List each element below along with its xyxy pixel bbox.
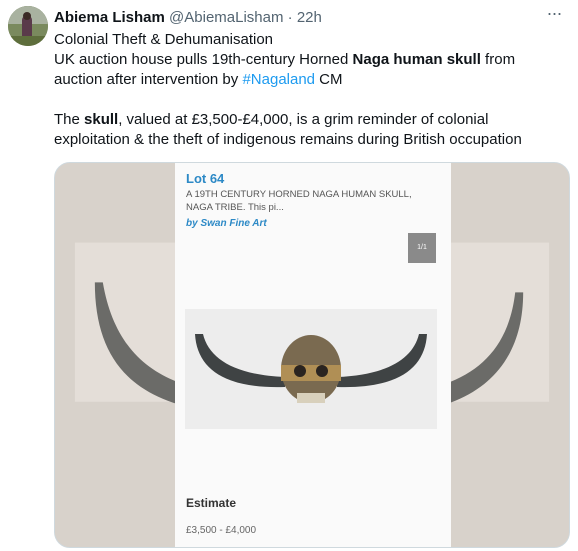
estimate-label: Estimate [186, 496, 237, 510]
text-segment: from [480, 51, 516, 68]
text-segment: auction after intervention by [54, 71, 243, 88]
lot-description-line: A 19TH CENTURY HORNED NAGA HUMAN SKULL, [186, 189, 412, 200]
auction-card[interactable]: Lot 64 A 19TH CENTURY HORNED NAGA HUMAN … [175, 163, 451, 547]
tweet-line-5: exploitation & the theft of indigenous r… [54, 131, 522, 148]
tweet-line-3: auction after intervention by #Nagaland … [54, 70, 566, 90]
tweet-time[interactable]: 22h [297, 9, 322, 26]
tweet-line-4: The skull, valued at £3,500-£4,000, is a… [54, 110, 566, 130]
tweet-line-2: UK auction house pulls 19th-century Horn… [54, 50, 566, 70]
text-segment: The [54, 111, 85, 128]
author-handle[interactable]: @AbiemaLisham [169, 9, 283, 26]
bold-text: skull [84, 111, 119, 128]
tweet-header: Abiema Lisham @AbiemaLisham · 22h [54, 8, 538, 28]
avatar[interactable] [8, 6, 48, 46]
author-name[interactable]: Abiema Lisham [54, 9, 165, 26]
separator-dot: · [287, 9, 293, 26]
more-options-icon[interactable]: ··· [544, 4, 564, 26]
tweet-media[interactable]: Lot 64 A 19TH CENTURY HORNED NAGA HUMAN … [54, 162, 570, 548]
estimate-value: £3,500 - £4,000 [186, 525, 257, 536]
lot-description: A 19TH CENTURY HORNED NAGA HUMAN SKULL, … [186, 188, 446, 214]
bold-text: Naga human skull [352, 51, 481, 68]
tweet-line-1: Colonial Theft & Dehumanisation [54, 31, 274, 48]
skull-photo [185, 309, 437, 429]
text-segment: , valued at £3,500-£4,000, is a grim rem… [118, 111, 489, 128]
seller-link[interactable]: by Swan Fine Art [186, 218, 267, 229]
image-counter: 1/1 [408, 233, 436, 263]
hashtag-link[interactable]: #Nagaland [242, 71, 315, 88]
text-segment: CM [315, 71, 343, 88]
lot-title[interactable]: Lot 64 [186, 171, 224, 186]
lot-description-line: NAGA TRIBE. This pi... [186, 202, 284, 213]
tweet-text: Colonial Theft & Dehumanisation UK aucti… [54, 30, 566, 150]
text-segment: UK auction house pulls 19th-century Horn… [54, 51, 353, 68]
avatar-image [8, 6, 48, 46]
